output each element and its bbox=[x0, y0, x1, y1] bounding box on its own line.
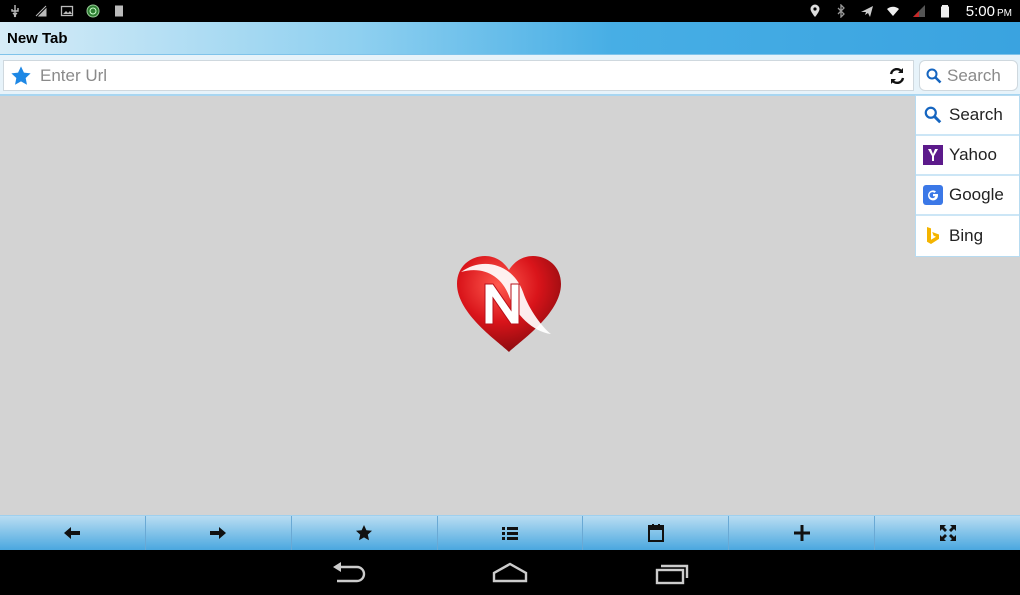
bookmark-star-icon[interactable] bbox=[8, 63, 34, 89]
bing-logo-icon bbox=[923, 226, 943, 246]
bookmark-star-icon bbox=[356, 525, 373, 541]
url-input[interactable] bbox=[34, 61, 884, 90]
sd-card-icon bbox=[112, 4, 126, 18]
system-back-icon bbox=[333, 561, 366, 582]
engine-label: Bing bbox=[949, 226, 984, 245]
wifi-icon bbox=[886, 4, 900, 18]
signal-broom-icon bbox=[34, 4, 48, 18]
browser-screen: 5:00PM New Tab Search Sea bbox=[0, 0, 1020, 595]
cell-signal-icon bbox=[912, 4, 926, 18]
add-tab-button[interactable] bbox=[729, 516, 876, 550]
title-bar: New Tab bbox=[0, 22, 1020, 55]
engine-item-google[interactable]: Google bbox=[916, 176, 1019, 216]
forward-icon bbox=[210, 527, 227, 539]
bookmarks-button[interactable] bbox=[292, 516, 438, 550]
forward-button[interactable] bbox=[146, 516, 292, 550]
fullscreen-button[interactable] bbox=[875, 516, 1020, 550]
list-button[interactable] bbox=[438, 516, 584, 550]
app-heart-logo bbox=[453, 252, 565, 356]
engine-item-bing[interactable]: Bing bbox=[916, 216, 1019, 256]
system-home-button[interactable] bbox=[482, 555, 538, 591]
google-logo-icon bbox=[923, 185, 943, 205]
system-home-icon bbox=[492, 562, 528, 582]
notification-badge-icon bbox=[86, 4, 100, 18]
system-recents-button[interactable] bbox=[643, 555, 699, 591]
airplane-icon bbox=[860, 4, 874, 18]
status-bar: 5:00 PM bbox=[0, 0, 1020, 22]
system-back-button[interactable] bbox=[321, 555, 377, 591]
search-placeholder: Search bbox=[947, 65, 1001, 85]
bluetooth-icon bbox=[834, 4, 848, 18]
system-recents-icon bbox=[655, 564, 689, 584]
engine-item-yahoo[interactable]: Yahoo bbox=[916, 136, 1019, 176]
list-icon bbox=[502, 527, 518, 540]
refresh-icon[interactable] bbox=[884, 63, 910, 89]
magnifier-icon bbox=[925, 67, 943, 85]
engine-item-search[interactable]: Search bbox=[916, 96, 1019, 136]
yahoo-logo-icon bbox=[923, 145, 943, 165]
magnifier-icon bbox=[923, 105, 943, 125]
calendar-icon bbox=[647, 524, 664, 542]
location-icon bbox=[808, 4, 822, 18]
engine-label: Google bbox=[949, 185, 1004, 204]
url-row: Search bbox=[0, 55, 1020, 96]
fullscreen-icon bbox=[939, 525, 956, 541]
status-right-icons: 5:00 PM bbox=[808, 3, 1012, 20]
add-tab-icon bbox=[793, 525, 810, 541]
engine-label: Search bbox=[949, 105, 1003, 124]
search-input[interactable]: Search bbox=[919, 60, 1018, 91]
battery-icon bbox=[938, 4, 952, 18]
bottom-toolbar bbox=[0, 515, 1020, 550]
engine-label: Yahoo bbox=[949, 145, 997, 164]
usb-icon bbox=[8, 4, 22, 18]
status-left-icons bbox=[8, 4, 126, 18]
image-icon bbox=[60, 4, 74, 18]
tab-title: New Tab bbox=[7, 29, 68, 47]
system-nav-bar bbox=[0, 550, 1020, 595]
search-engine-menu: Search Yahoo Google Bing bbox=[915, 95, 1020, 257]
back-button[interactable] bbox=[0, 516, 146, 550]
status-time: 5:00 PM bbox=[965, 2, 1012, 20]
url-field bbox=[3, 60, 914, 91]
back-icon bbox=[64, 527, 81, 539]
calendar-button[interactable] bbox=[583, 516, 730, 550]
